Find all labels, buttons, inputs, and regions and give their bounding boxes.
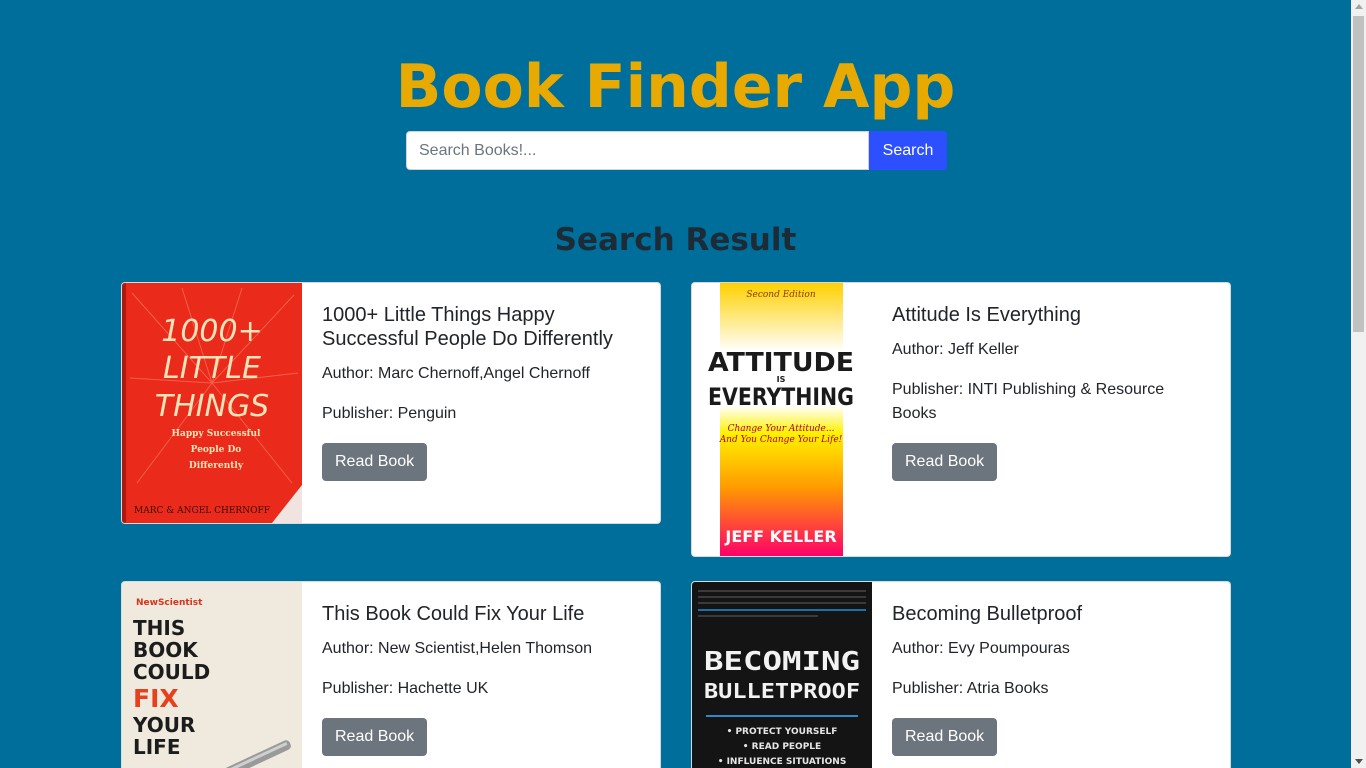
book-title: Attitude Is Everything [892, 304, 1081, 326]
svg-text:Second Edition: Second Edition [746, 290, 815, 300]
book-author: Author: Jeff Keller [892, 341, 1019, 358]
svg-text:THINGS: THINGS [155, 389, 269, 424]
book-title: Becoming Bulletproof [892, 603, 1083, 625]
svg-text:BECOMING: BECOMING [704, 647, 860, 677]
book-publisher: Publisher: INTI Publishing & Resource Bo… [892, 381, 1165, 422]
book-author: Author: Evy Poumpouras [892, 640, 1070, 657]
svg-text:THIS: THIS [133, 616, 185, 640]
vertical-scrollbar[interactable] [1351, 0, 1366, 768]
svg-text:COULD: COULD [133, 660, 210, 684]
book-details: This Book Could Fix Your Life Author: Ne… [322, 582, 640, 756]
scroll-thumb[interactable] [1353, 16, 1364, 332]
book-cover: Second Edition ATTITUDE IS EVERYTHING Ch… [692, 283, 872, 556]
book-details: 1000+ Little Things Happy Successful Peo… [322, 283, 640, 481]
svg-text:MARC & ANGEL CHERNOFF: MARC & ANGEL CHERNOFF [134, 506, 270, 516]
svg-text:Differently: Differently [189, 461, 244, 471]
svg-text:Happy Successful: Happy Successful [172, 429, 262, 439]
book-card: 1000+ LITTLE THINGS Happy Successful Peo… [121, 282, 661, 524]
svg-text:• INFLUENCE SITUATIONS: • INFLUENCE SITUATIONS [718, 757, 847, 767]
search-button[interactable]: Search [869, 131, 947, 170]
svg-text:1000+: 1000+ [161, 314, 262, 349]
svg-text:YOUR: YOUR [132, 713, 195, 737]
svg-text:FIX: FIX [133, 684, 179, 713]
search-input[interactable] [406, 131, 869, 170]
read-book-button[interactable]: Read Book [892, 443, 998, 481]
svg-text:People Do: People Do [191, 445, 242, 455]
read-book-button[interactable]: Read Book [892, 718, 998, 756]
book-details: Attitude Is Everything Author: Jeff Kell… [892, 283, 1210, 481]
book-title: This Book Could Fix Your Life [322, 603, 585, 625]
book-publisher: Publisher: Atria Books [892, 680, 1049, 697]
book-card: Second Edition ATTITUDE IS EVERYTHING Ch… [691, 282, 1231, 557]
book-card: BECOMING BULLETPROOF • PROTECT YOURSELF … [691, 581, 1231, 768]
svg-text:LIFE: LIFE [133, 735, 181, 759]
scroll-down-arrow-icon[interactable] [1355, 759, 1363, 764]
book-author: Author: Marc Chernoff,Angel Chernoff [322, 365, 590, 382]
svg-text:BOOK: BOOK [133, 638, 199, 662]
results-heading: Search Result [554, 222, 797, 258]
svg-text:ATTITUDE: ATTITUDE [708, 348, 854, 378]
scroll-up-arrow-icon[interactable] [1355, 4, 1363, 9]
svg-text:• READ PEOPLE: • READ PEOPLE [743, 742, 821, 752]
book-card: NewScientist THIS BOOK COULD FIX YOUR LI… [121, 581, 661, 768]
book-details: Becoming Bulletproof Author: Evy Poumpou… [892, 582, 1210, 756]
read-book-button[interactable]: Read Book [322, 443, 428, 481]
book-publisher: Publisher: Hachette UK [322, 680, 489, 697]
book-author: Author: New Scientist,Helen Thomson [322, 640, 593, 657]
search-form: Search [406, 131, 947, 170]
svg-text:BULLETPROOF: BULLETPROOF [704, 679, 860, 703]
book-publisher: Publisher: Penguin [322, 405, 457, 422]
book-cover: 1000+ LITTLE THINGS Happy Successful Peo… [122, 283, 302, 523]
svg-text:NewScientist: NewScientist [136, 598, 203, 608]
app-title: Book Finder App [395, 52, 956, 122]
svg-text:JEFF KELLER: JEFF KELLER [724, 527, 836, 546]
svg-text:EVERYTHING: EVERYTHING [708, 383, 854, 411]
svg-text:LITTLE: LITTLE [163, 351, 261, 386]
read-book-button[interactable]: Read Book [322, 718, 428, 756]
svg-text:• PROTECT YOURSELF: • PROTECT YOURSELF [727, 727, 838, 737]
svg-text:And You Change Your Life!: And You Change Your Life! [719, 435, 843, 445]
book-cover: BECOMING BULLETPROOF • PROTECT YOURSELF … [692, 582, 872, 768]
book-cover: NewScientist THIS BOOK COULD FIX YOUR LI… [122, 582, 302, 768]
svg-text:Change Your Attitude...: Change Your Attitude... [728, 424, 835, 434]
book-title: 1000+ Little Things Happy Successful Peo… [322, 304, 613, 350]
page: Book Finder App Search Search Result 100… [0, 0, 1351, 768]
